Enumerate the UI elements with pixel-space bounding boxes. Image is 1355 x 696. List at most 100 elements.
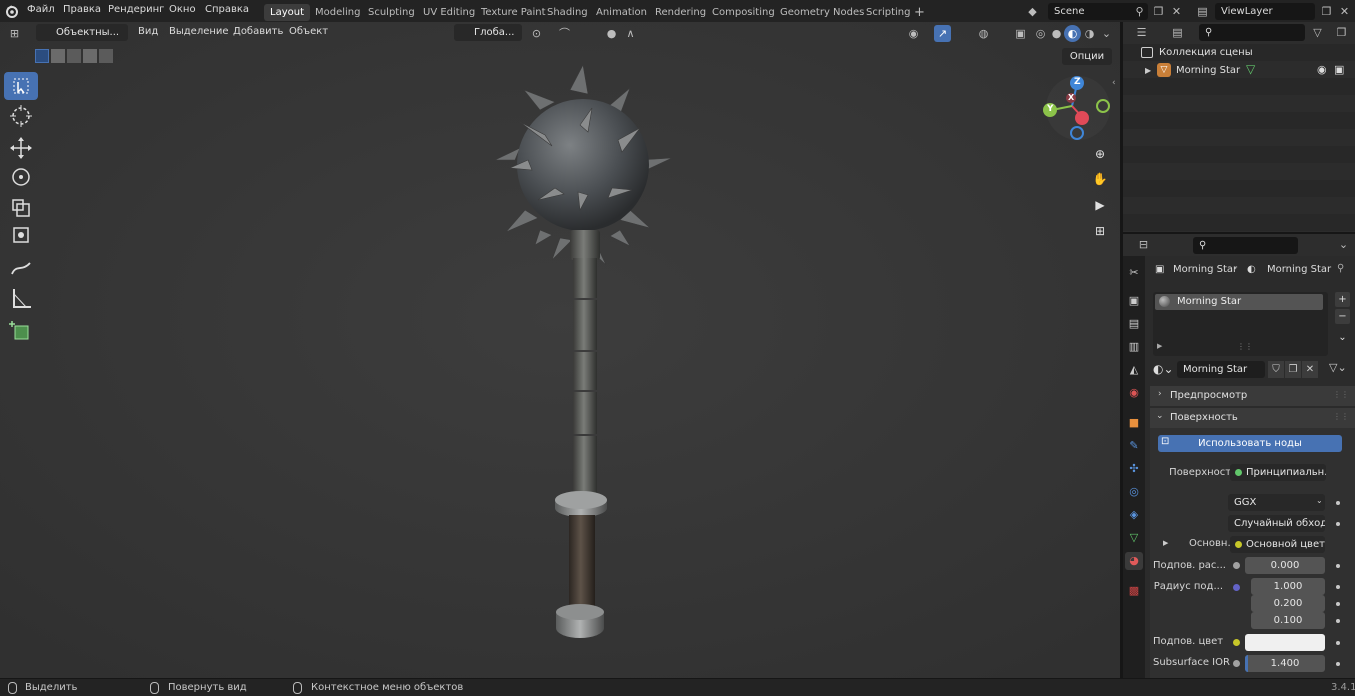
tool-transform[interactable]	[4, 221, 38, 249]
keyframe-dot[interactable]	[1336, 501, 1340, 505]
slot-specials-button[interactable]: ⌄	[1335, 330, 1350, 345]
output-tab-icon[interactable]: ▤	[1125, 315, 1143, 333]
3d-viewport[interactable]: ⊞ Объектны... Вид Выделение Добавить Объ…	[0, 22, 1120, 678]
solid-shading-icon[interactable]: ●	[1048, 25, 1065, 42]
keyframe-dot[interactable]	[1336, 662, 1340, 666]
material-name-field[interactable]: Morning Star	[1177, 361, 1265, 378]
remove-slot-button[interactable]: −	[1335, 309, 1350, 324]
render-camera-icon[interactable]: ▣	[1334, 63, 1344, 76]
new-view-layer-icon[interactable]: ❐	[1318, 3, 1335, 20]
pin-properties-icon[interactable]: ⚲	[1337, 263, 1344, 274]
tool-measure[interactable]	[4, 284, 38, 312]
shading-options-icon[interactable]: ⌄	[1098, 25, 1115, 42]
delete-scene-icon[interactable]: ✕	[1168, 3, 1185, 20]
tool-tab-icon[interactable]: ✂	[1125, 264, 1143, 282]
surface-shader-field[interactable]: Принципиальн...	[1230, 464, 1326, 481]
blender-logo-icon[interactable]	[5, 3, 19, 19]
tool-select-box[interactable]	[4, 72, 38, 100]
display-mode-icon[interactable]: ▤	[1169, 24, 1186, 41]
menu-view[interactable]: Вид	[138, 26, 158, 37]
collection-label[interactable]: Коллекция сцены	[1159, 47, 1253, 58]
pin-icon[interactable]: ⚲	[1131, 3, 1148, 20]
keyframe-dot[interactable]	[1336, 619, 1340, 623]
tool-annotate[interactable]	[4, 254, 38, 282]
tab-modeling[interactable]: Modeling	[309, 4, 367, 21]
list-expand-icon[interactable]: ▶	[1157, 342, 1162, 350]
options-dropdown[interactable]: Опции	[1062, 48, 1112, 65]
subsurface-color-swatch[interactable]	[1245, 634, 1325, 651]
duplicate-material-icon[interactable]: ❐	[1285, 361, 1301, 378]
select-intersect-icon[interactable]	[99, 49, 113, 63]
tool-add-cube[interactable]	[4, 316, 38, 344]
pan-hand-icon[interactable]: ✋	[1089, 168, 1111, 190]
orientation-dropdown[interactable]: Глоба...	[454, 24, 522, 41]
eye-icon[interactable]: ◉	[1317, 63, 1327, 76]
new-scene-icon[interactable]: ❐	[1150, 3, 1167, 20]
particles-tab-icon[interactable]: ✣	[1125, 460, 1143, 478]
snap-icon[interactable]: ⌒	[556, 25, 573, 42]
tab-uv-editing[interactable]: UV Editing	[417, 4, 481, 21]
proportional-edit-icon[interactable]: ●	[603, 25, 620, 42]
object-tab-icon[interactable]: ■	[1125, 414, 1143, 432]
properties-editor-icon[interactable]: ⊟	[1135, 236, 1152, 253]
render-tab-icon[interactable]: ▣	[1125, 292, 1143, 310]
preview-panel-header[interactable]: › Предпросмотр	[1150, 386, 1355, 406]
keyframe-dot[interactable]	[1336, 522, 1340, 526]
tab-shading[interactable]: Shading	[541, 4, 594, 21]
ortho-grid-icon[interactable]: ⊞	[1089, 220, 1111, 242]
scene-icon[interactable]: ◆	[1024, 3, 1041, 20]
keyframe-dot[interactable]	[1336, 641, 1340, 645]
add-workspace-button[interactable]: +	[908, 4, 931, 21]
tool-cursor[interactable]	[4, 102, 38, 130]
menu-edit[interactable]: Правка	[63, 4, 101, 15]
wireframe-shading-icon[interactable]: ◎	[1032, 25, 1049, 42]
menu-render[interactable]: Рендеринг	[108, 4, 164, 15]
menu-file[interactable]: Файл	[27, 4, 55, 15]
menu-object[interactable]: Объект	[289, 26, 328, 37]
physics-tab-icon[interactable]: ◎	[1125, 483, 1143, 501]
view-layer-field[interactable]: ViewLayer	[1215, 3, 1315, 20]
tool-scale[interactable]	[4, 192, 38, 220]
zoom-icon[interactable]: ⊕	[1089, 143, 1111, 165]
base-color-expand-icon[interactable]: ▶	[1163, 539, 1168, 547]
tab-sculpting[interactable]: Sculpting	[362, 4, 421, 21]
select-subtract-icon[interactable]	[67, 49, 81, 63]
radius-y-field[interactable]: 0.200	[1251, 595, 1325, 612]
delete-view-layer-icon[interactable]: ✕	[1336, 3, 1353, 20]
data-tab-icon[interactable]: ▽	[1125, 529, 1143, 547]
tool-move[interactable]	[4, 134, 38, 162]
add-slot-button[interactable]: +	[1335, 292, 1350, 307]
tool-rotate[interactable]	[4, 163, 38, 191]
visibility-icon[interactable]: ◉	[905, 25, 922, 42]
mode-dropdown[interactable]: Объектны...	[36, 24, 128, 41]
material-shading-icon[interactable]: ◐	[1064, 25, 1081, 42]
tab-rendering[interactable]: Rendering	[649, 4, 712, 21]
menu-select[interactable]: Выделение	[169, 26, 229, 37]
subsurface-value-field[interactable]: 0.000	[1245, 557, 1325, 574]
tab-geometry-nodes[interactable]: Geometry Nodes	[774, 4, 870, 21]
link-type-icon[interactable]: ▽⌄	[1329, 361, 1347, 374]
browse-material-icon[interactable]: ◐⌄	[1153, 362, 1174, 376]
world-tab-icon[interactable]: ◉	[1125, 384, 1143, 402]
menu-add[interactable]: Добавить	[233, 26, 283, 37]
menu-help[interactable]: Справка	[205, 4, 249, 15]
distribution-dropdown[interactable]: GGX	[1228, 494, 1325, 511]
tab-animation[interactable]: Animation	[590, 4, 653, 21]
overlay-icon[interactable]: ◍	[975, 25, 992, 42]
menu-window[interactable]: Окно	[169, 4, 196, 15]
modifier-tab-icon[interactable]: ✎	[1125, 437, 1143, 455]
radius-x-field[interactable]: 1.000	[1251, 578, 1325, 595]
tab-compositing[interactable]: Compositing	[706, 4, 781, 21]
mesh-data-icon[interactable]: ▽	[1246, 62, 1255, 76]
select-new-icon[interactable]	[35, 49, 49, 63]
properties-search[interactable]: ⚲	[1193, 237, 1298, 254]
keyframe-dot[interactable]	[1336, 602, 1340, 606]
use-nodes-button[interactable]: Использовать ноды	[1158, 435, 1342, 452]
keyframe-dot[interactable]	[1336, 564, 1340, 568]
xray-icon[interactable]: ▣	[1012, 25, 1029, 42]
view-layer-tab-icon[interactable]: ▥	[1125, 338, 1143, 356]
unlink-material-icon[interactable]: ✕	[1302, 361, 1318, 378]
expand-icon[interactable]: ▶	[1145, 66, 1151, 75]
material-slot-item[interactable]: Morning Star	[1155, 294, 1323, 310]
select-extend-icon[interactable]	[51, 49, 65, 63]
